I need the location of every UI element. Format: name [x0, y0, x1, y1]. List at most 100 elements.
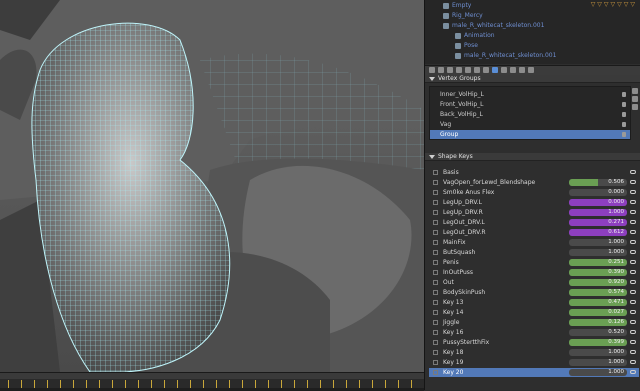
modifiers-tab-icon[interactable]	[483, 67, 489, 73]
keyframe-tick[interactable]	[125, 380, 126, 388]
keyframe-tick[interactable]	[190, 380, 191, 388]
shape-key-value-slider[interactable]: 0.000	[569, 189, 627, 196]
shape-key-row[interactable]: Key 14 0.027	[429, 308, 639, 317]
keyframe-tick[interactable]	[203, 380, 204, 388]
eye-icon[interactable]	[630, 230, 636, 234]
object-tab-icon[interactable]	[465, 67, 471, 73]
keyframe-tick[interactable]	[359, 380, 360, 388]
shape-key-row[interactable]: LegUp_DRV.L 0.000	[429, 198, 639, 207]
eye-icon[interactable]	[630, 180, 636, 184]
shape-key-value-slider[interactable]: 0.920	[569, 279, 627, 286]
eye-icon[interactable]	[630, 360, 636, 364]
layers-tab-icon[interactable]	[438, 67, 444, 73]
keyframe-tick[interactable]	[320, 380, 321, 388]
eye-icon[interactable]	[630, 290, 636, 294]
shape-key-value-slider[interactable]: 0.271	[569, 219, 627, 226]
shape-key-value-slider[interactable]: 1.000	[569, 349, 627, 356]
keyframe-tick[interactable]	[21, 380, 22, 388]
menu-icon[interactable]	[632, 104, 638, 110]
eye-icon[interactable]	[630, 210, 636, 214]
outliner-item[interactable]: Rig_Mercy	[443, 11, 483, 20]
keyframe-tick[interactable]	[346, 380, 347, 388]
keyframe-tick[interactable]	[242, 380, 243, 388]
eye-icon[interactable]	[630, 170, 636, 174]
eye-icon[interactable]	[630, 330, 636, 334]
keyframe-tick[interactable]	[47, 380, 48, 388]
outliner-item[interactable]: Pose	[455, 41, 478, 50]
keyframe-tick[interactable]	[8, 380, 9, 388]
shape-key-row[interactable]: Jiggle 0.126	[429, 318, 639, 327]
shape-keys-header[interactable]: Shape Keys	[425, 153, 640, 161]
material-tab-icon[interactable]	[501, 67, 507, 73]
keyframe-tick[interactable]	[216, 380, 217, 388]
eye-icon[interactable]	[630, 240, 636, 244]
lock-icon[interactable]	[622, 132, 626, 137]
eye-icon[interactable]	[630, 280, 636, 284]
outliner-item[interactable]: male_R_whitecat_skeleton.001	[443, 21, 544, 30]
shape-key-value-slider[interactable]: 0.126	[569, 319, 627, 326]
eye-icon[interactable]	[630, 190, 636, 194]
vertex-group-item-selected[interactable]: Group	[430, 130, 630, 139]
keyframe-tick[interactable]	[229, 380, 230, 388]
keyframe-tick[interactable]	[112, 380, 113, 388]
keyframe-tick[interactable]	[86, 380, 87, 388]
keyframe-tick[interactable]	[307, 380, 308, 388]
eye-icon[interactable]	[630, 270, 636, 274]
keyframe-tick[interactable]	[255, 380, 256, 388]
keyframe-tick[interactable]	[372, 380, 373, 388]
shape-key-row[interactable]: InOutPuss 0.390	[429, 268, 639, 277]
vertex-group-item[interactable]: Back_VolHip_L	[430, 110, 630, 119]
outliner-item[interactable]: male_R_whitecat_skeleton.001	[455, 51, 556, 60]
keyframe-tick[interactable]	[268, 380, 269, 388]
shape-key-row[interactable]: Penis 0.251	[429, 258, 639, 267]
keyframe-tick[interactable]	[34, 380, 35, 388]
timeline[interactable]	[0, 372, 424, 391]
eye-icon[interactable]	[630, 250, 636, 254]
shape-key-value-slider[interactable]: 1.000	[569, 369, 627, 376]
physics-tab-icon[interactable]	[528, 67, 534, 73]
shape-key-value-slider[interactable]: 1.000	[569, 239, 627, 246]
outliner[interactable]: Empty Rig_Mercy male_R_whitecat_skeleton…	[425, 0, 640, 64]
keyframe-tick[interactable]	[60, 380, 61, 388]
shape-key-row[interactable]: BodySkinPush 0.574	[429, 288, 639, 297]
vertex-group-item[interactable]: Inner_VolHip_L	[430, 90, 630, 99]
shape-key-row[interactable]: LegOut_DRV.L 0.271	[429, 218, 639, 227]
vertex-group-item[interactable]: Vag	[430, 120, 630, 129]
shape-key-value-slider[interactable]: 1.000	[569, 209, 627, 216]
keyframe-tick[interactable]	[411, 380, 412, 388]
keyframe-tick[interactable]	[73, 380, 74, 388]
timeline-header[interactable]	[0, 373, 424, 379]
lock-icon[interactable]	[622, 112, 626, 117]
shape-key-value-slider[interactable]: 1.000	[569, 249, 627, 256]
shape-key-value-slider[interactable]: 1.000	[569, 359, 627, 366]
eye-icon[interactable]	[630, 220, 636, 224]
world-tab-icon[interactable]	[456, 67, 462, 73]
3d-viewport[interactable]	[0, 0, 424, 372]
shape-key-row[interactable]: Key 18 1.000	[429, 348, 639, 357]
render-tab-icon[interactable]	[429, 67, 435, 73]
eye-icon[interactable]	[630, 370, 636, 374]
keyframe-tick[interactable]	[385, 380, 386, 388]
outliner-item[interactable]: Empty	[443, 1, 471, 10]
lock-icon[interactable]	[622, 122, 626, 127]
vertex-groups-header[interactable]: Vertex Groups	[425, 75, 640, 83]
keyframe-tick[interactable]	[138, 380, 139, 388]
keyframe-tick[interactable]	[177, 380, 178, 388]
lock-icon[interactable]	[622, 92, 626, 97]
shape-key-value-slider[interactable]: 0.506	[569, 179, 627, 186]
shape-key-row[interactable]: MainFix 1.000	[429, 238, 639, 247]
shape-key-value-slider[interactable]: 0.251	[569, 259, 627, 266]
shape-key-value-slider[interactable]: 0.574	[569, 289, 627, 296]
scene-tab-icon[interactable]	[447, 67, 453, 73]
shape-key-row[interactable]: Out 0.920	[429, 278, 639, 287]
keyframe-tick[interactable]	[281, 380, 282, 388]
keyframe-tick[interactable]	[333, 380, 334, 388]
shape-key-value-slider[interactable]: 0.027	[569, 309, 627, 316]
keyframe-tick[interactable]	[99, 380, 100, 388]
shape-key-row[interactable]: VagOpen_forLewd_Blendshape 0.506	[429, 178, 639, 187]
shape-key-value-slider[interactable]: 0.390	[569, 269, 627, 276]
keyframe-tick[interactable]	[151, 380, 152, 388]
shape-key-value-slider[interactable]: 0.471	[569, 299, 627, 306]
eye-icon[interactable]	[630, 320, 636, 324]
eye-icon[interactable]	[630, 300, 636, 304]
